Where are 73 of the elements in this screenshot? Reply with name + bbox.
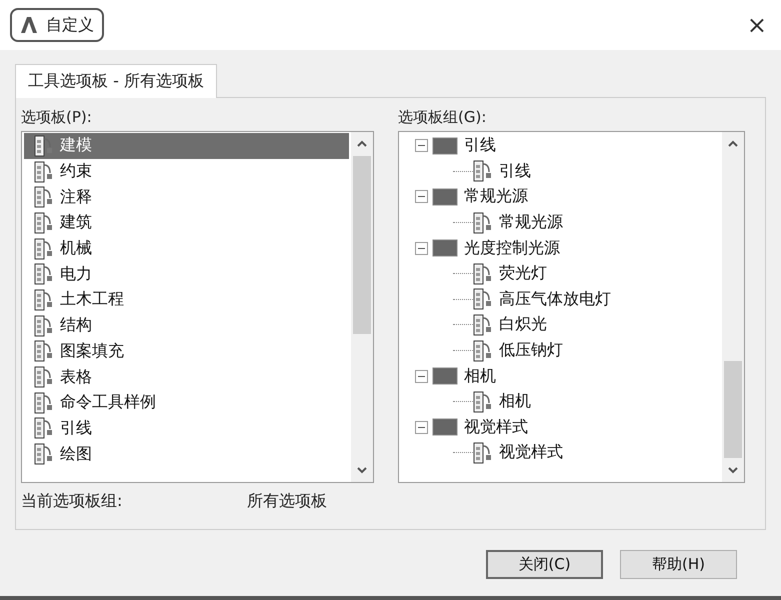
collapse-icon[interactable] (415, 139, 428, 152)
palette-icon (473, 442, 493, 464)
dialog-button[interactable]: 帮助(H) (620, 550, 737, 579)
tree-item[interactable]: 白炽光 (401, 312, 720, 338)
collapse-icon[interactable] (415, 370, 428, 383)
tree-item[interactable]: 视觉样式 (401, 414, 720, 440)
palette-icon (34, 212, 54, 234)
list-item[interactable]: 约束 (24, 158, 349, 184)
collapse-icon[interactable] (415, 190, 428, 204)
palette-icon (34, 186, 54, 208)
palette-icon (34, 417, 54, 440)
folder-icon (432, 188, 458, 206)
palette-icon (473, 340, 493, 362)
list-item[interactable]: 土木工程 (24, 287, 349, 313)
window-title: 自定义 (46, 14, 94, 36)
folder-icon (432, 418, 458, 436)
close-button[interactable]: × (742, 11, 771, 39)
palette-icon (34, 314, 54, 337)
tree-item[interactable]: 引线 (401, 133, 720, 159)
tree-item[interactable]: 视觉样式 (401, 440, 720, 466)
palette-icon (473, 390, 493, 413)
palette-icon (34, 238, 54, 260)
list-item[interactable]: 建筑 (24, 210, 349, 236)
list-item[interactable]: 机械 (24, 236, 349, 262)
palette-icon (473, 288, 493, 310)
tree-item[interactable]: 相机 (401, 388, 720, 415)
palette-icon (473, 262, 493, 285)
app-logo-icon (20, 16, 38, 34)
palette-icon (34, 392, 54, 414)
tree-item[interactable]: 光度控制光源 (401, 235, 720, 261)
tree-label: 选项板组(G): (398, 108, 488, 128)
tree-item[interactable]: 高压气体放电灯 (401, 286, 720, 312)
folder-icon (432, 367, 458, 386)
palette-icon (34, 366, 54, 388)
palette-list[interactable]: 建模 约束 注释 建筑 机械 电力 土木工程 结构 图案填充 表格 命令工具样例 引线 绘图 (21, 131, 374, 483)
tree-item[interactable]: 常规光源 (401, 210, 720, 236)
palette-icon (473, 160, 493, 182)
list-item[interactable]: 命令工具样例 (24, 390, 349, 416)
list-item[interactable]: 表格 (24, 364, 349, 390)
list-item[interactable]: 图案填充 (24, 338, 349, 364)
collapse-icon[interactable] (415, 420, 428, 434)
dialog-button[interactable]: 关闭(C) (486, 550, 603, 579)
group-tree[interactable]: 引线 引线 常规光源 常规光源 光度控制光源 荧光灯 高压气体放电灯 白炽光 低压钠灯 相机 相机 视觉样式 视觉样式 (398, 131, 745, 483)
list-item[interactable]: 引线 (24, 416, 349, 442)
scrollbar-thumb[interactable] (724, 361, 742, 458)
folder-icon (432, 239, 458, 258)
tree-item[interactable]: 常规光源 (401, 184, 720, 210)
list-item[interactable]: 电力 (24, 261, 349, 288)
folder-icon (432, 136, 458, 155)
scrollbar[interactable] (722, 132, 744, 482)
palette-icon (473, 314, 493, 336)
list-item[interactable]: 结构 (24, 312, 349, 338)
palette-icon (34, 340, 54, 362)
tree-item[interactable]: 低压钠灯 (401, 338, 720, 364)
collapse-icon[interactable] (415, 242, 428, 255)
tab[interactable]: 工具选项板 - 所有选项板 (15, 64, 217, 98)
current-group-value: 所有选项板 (247, 491, 327, 512)
palette-icon (34, 443, 54, 466)
palette-icon (34, 288, 54, 311)
palette-icon (34, 134, 54, 157)
palette-icon (473, 212, 493, 234)
tree-item[interactable]: 引线 (401, 158, 720, 184)
tree-item[interactable]: 荧光灯 (401, 260, 720, 287)
scrollbar[interactable] (351, 132, 373, 482)
list-item[interactable]: 注释 (24, 184, 349, 210)
list-label: 选项板(P): (21, 108, 93, 128)
current-group-label: 当前选项板组: (21, 491, 124, 512)
tree-item[interactable]: 相机 (401, 363, 720, 389)
list-item[interactable]: 绘图 (24, 441, 349, 467)
palette-icon (34, 160, 54, 183)
palette-icon (34, 263, 54, 286)
scrollbar-thumb[interactable] (353, 156, 371, 334)
list-item[interactable]: 建模 (24, 133, 349, 159)
